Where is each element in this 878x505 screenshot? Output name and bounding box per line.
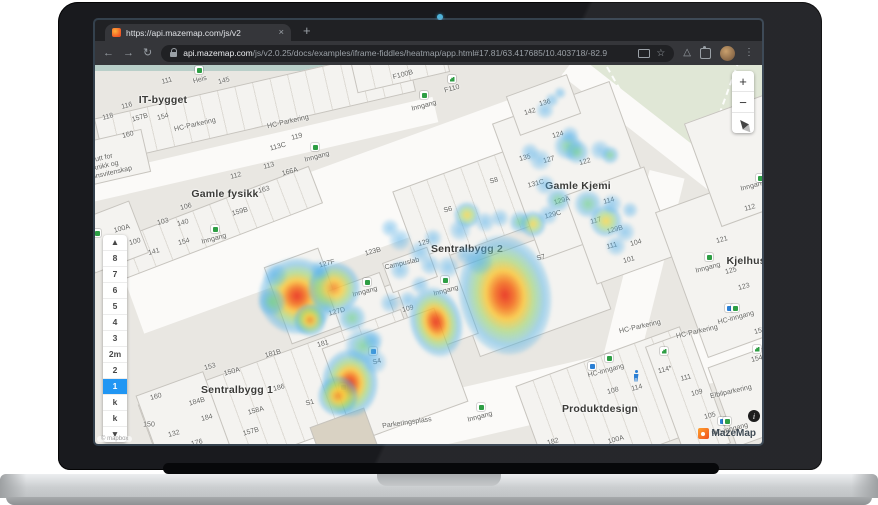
accessible-entrance-icon[interactable] bbox=[588, 362, 596, 370]
mazemap-logo-text: MazeMap bbox=[711, 428, 756, 439]
compass-button[interactable] bbox=[732, 113, 754, 133]
floor-button-5[interactable]: 5 bbox=[103, 299, 127, 315]
browser-window: https://api.mazemap.com/js/v2 × + ← → ↻ … bbox=[95, 20, 762, 444]
entrance-icon[interactable] bbox=[705, 253, 713, 261]
menu-dots-icon[interactable]: ⋮ bbox=[744, 48, 754, 58]
room-label: 153 bbox=[203, 362, 217, 372]
stairs-icon[interactable] bbox=[660, 347, 668, 355]
map-zoom-control: + − bbox=[732, 71, 754, 133]
new-tab-button[interactable]: + bbox=[303, 23, 311, 38]
entrance-icon[interactable] bbox=[420, 91, 428, 99]
floor-button-8[interactable]: 8 bbox=[103, 251, 127, 267]
laptop-base-notch bbox=[377, 474, 501, 486]
map-attribution[interactable]: © mapbox bbox=[97, 436, 133, 442]
url-text: api.mazemap.com/js/v2.0.25/docs/examples… bbox=[183, 48, 632, 58]
building-label: Gamle Kjemi bbox=[545, 180, 611, 192]
room-label: 111 bbox=[160, 76, 174, 86]
entrance-icon[interactable] bbox=[311, 143, 319, 151]
room-label: Inngang bbox=[303, 150, 331, 164]
floor-button-2m[interactable]: 2m bbox=[103, 347, 127, 363]
entrance-icon[interactable] bbox=[211, 225, 219, 233]
stairs-icon[interactable] bbox=[753, 345, 761, 353]
info-button[interactable]: i bbox=[748, 410, 760, 422]
tab-title: https://api.mazemap.com/js/v2 bbox=[126, 27, 241, 38]
building-label: Sentralbygg 2 bbox=[430, 243, 504, 255]
browser-tab[interactable]: https://api.mazemap.com/js/v2 × bbox=[105, 24, 291, 41]
bookmark-star-icon[interactable]: ☆ bbox=[656, 48, 665, 59]
floor-button-1[interactable]: 1 bbox=[103, 379, 127, 395]
entrance-icon[interactable] bbox=[756, 174, 762, 182]
mazemap-logo-icon bbox=[697, 428, 709, 439]
room-label: 150 bbox=[143, 421, 155, 429]
url-path: /js/v2.0.25/docs/examples/iframe-fiddles… bbox=[252, 48, 608, 58]
back-icon[interactable]: ← bbox=[103, 47, 114, 59]
room-label: 145 bbox=[217, 76, 231, 86]
building-label: Sentralbygg 1 bbox=[200, 384, 274, 396]
browser-toolbar: ← → ↻ api.mazemap.com/js/v2.0.25/docs/ex… bbox=[95, 41, 762, 65]
building-label: Gamle fysikk bbox=[191, 188, 259, 200]
room-label: Heis bbox=[192, 74, 208, 86]
floor-button-k[interactable]: k bbox=[103, 411, 127, 427]
floor-selector[interactable]: ▲ 8 7 6 5 4 3 2m 2 1 k k ▼ bbox=[103, 235, 127, 442]
entrance-icon[interactable] bbox=[731, 304, 739, 312]
entrance-icon[interactable] bbox=[477, 403, 485, 411]
floor-button-2[interactable]: 2 bbox=[103, 363, 127, 379]
laptop-base-bottom bbox=[6, 497, 872, 505]
cast-icon[interactable] bbox=[638, 48, 651, 58]
floor-up-button[interactable]: ▲ bbox=[103, 235, 127, 251]
accessible-entrance-icon[interactable] bbox=[339, 383, 347, 391]
laptop-hinge-slot bbox=[163, 463, 719, 474]
extension-triangle-icon[interactable]: △ bbox=[683, 48, 691, 58]
floor-button-6[interactable]: 6 bbox=[103, 283, 127, 299]
lock-icon bbox=[170, 48, 178, 57]
building-label: Produktdesign bbox=[561, 403, 639, 415]
extensions-puzzle-icon[interactable] bbox=[700, 45, 711, 59]
room-label: 152 bbox=[753, 326, 762, 336]
stairs-icon[interactable] bbox=[448, 75, 456, 83]
floor-button-3[interactable]: 3 bbox=[103, 331, 127, 347]
zoom-in-button[interactable]: + bbox=[732, 71, 754, 92]
forward-icon[interactable]: → bbox=[123, 47, 134, 59]
url-domain: api.mazemap.com bbox=[183, 48, 253, 58]
elevator-icon[interactable] bbox=[195, 66, 203, 74]
tab-close-icon[interactable]: × bbox=[278, 27, 284, 38]
tab-bar: https://api.mazemap.com/js/v2 × + bbox=[95, 20, 762, 41]
entrance-icon[interactable] bbox=[95, 229, 101, 237]
profile-avatar[interactable] bbox=[720, 45, 735, 61]
map-canvas[interactable]: ▲ 8 7 6 5 4 3 2m 2 1 k k ▼ + − i MazeMap © mapbox IT… bbox=[95, 65, 762, 444]
room-label: 112 bbox=[229, 171, 243, 181]
floor-button-k[interactable]: k bbox=[103, 395, 127, 411]
favicon bbox=[112, 28, 121, 37]
entrance-icon[interactable] bbox=[723, 417, 731, 425]
building-label: IT-bygget bbox=[138, 94, 188, 106]
compass-needle-icon bbox=[737, 116, 749, 130]
mazemap-logo[interactable]: MazeMap bbox=[697, 428, 756, 439]
entrance-icon[interactable] bbox=[363, 278, 371, 286]
building-label: Kjelhuset bbox=[726, 255, 762, 267]
room-label: 113 bbox=[262, 161, 276, 171]
reload-icon[interactable]: ↻ bbox=[143, 47, 152, 59]
entrance-icon[interactable] bbox=[605, 354, 613, 362]
floor-button-7[interactable]: 7 bbox=[103, 267, 127, 283]
zoom-out-button[interactable]: − bbox=[732, 92, 754, 113]
floor-button-4[interactable]: 4 bbox=[103, 315, 127, 331]
laptop-mockup: https://api.mazemap.com/js/v2 × + ← → ↻ … bbox=[0, 0, 878, 505]
accessible-entrance-icon[interactable] bbox=[369, 347, 377, 355]
entrance-icon[interactable] bbox=[441, 276, 449, 284]
toilet-person-icon[interactable] bbox=[632, 370, 640, 382]
room-label: F110 bbox=[443, 83, 461, 95]
address-bar[interactable]: api.mazemap.com/js/v2.0.25/docs/examples… bbox=[161, 44, 675, 62]
